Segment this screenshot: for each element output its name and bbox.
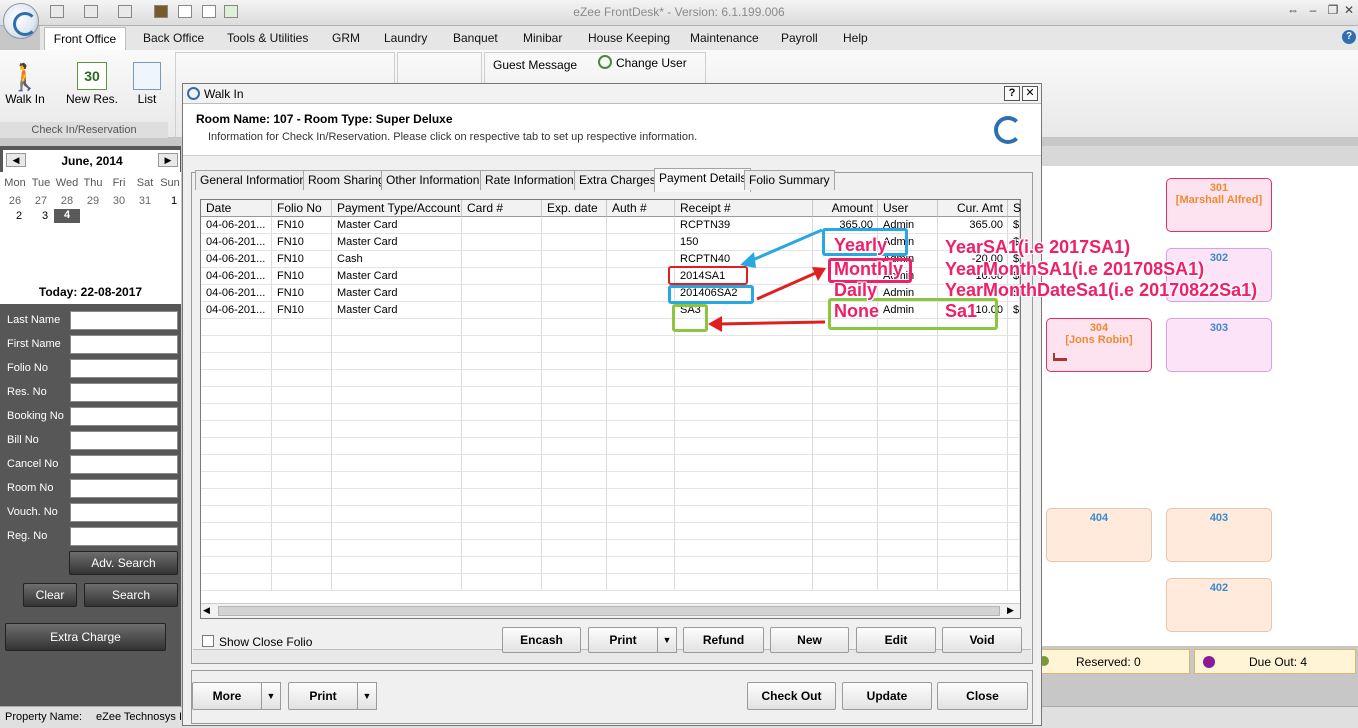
- arrow-yearly: [747, 228, 823, 264]
- annotation-date-format: YearMonthDateSa1(i.e 20170822Sa1): [945, 280, 1258, 300]
- annotation-sa1: Sa1: [945, 301, 978, 321]
- annotation-yearly: Yearly: [834, 235, 888, 255]
- receipt-2014-highlight: [668, 266, 748, 285]
- annotation-arrows: [708, 228, 826, 332]
- annotation-daily: Daily: [834, 280, 878, 300]
- arrowhead-none: [708, 316, 722, 332]
- arrow-none: [717, 320, 826, 326]
- receipt-sa3-highlight: [672, 304, 708, 332]
- annotation-year-format: YearSA1(i.e 2017SA1): [945, 237, 1131, 257]
- receipt-201406-highlight: [668, 285, 754, 304]
- annotation-monthly: Monthly: [834, 259, 903, 279]
- annotation-month-format: YearMonthSA1(i.e 201708SA1): [945, 259, 1205, 279]
- arrow-monthly: [756, 270, 819, 301]
- annotation-none: None: [834, 301, 879, 321]
